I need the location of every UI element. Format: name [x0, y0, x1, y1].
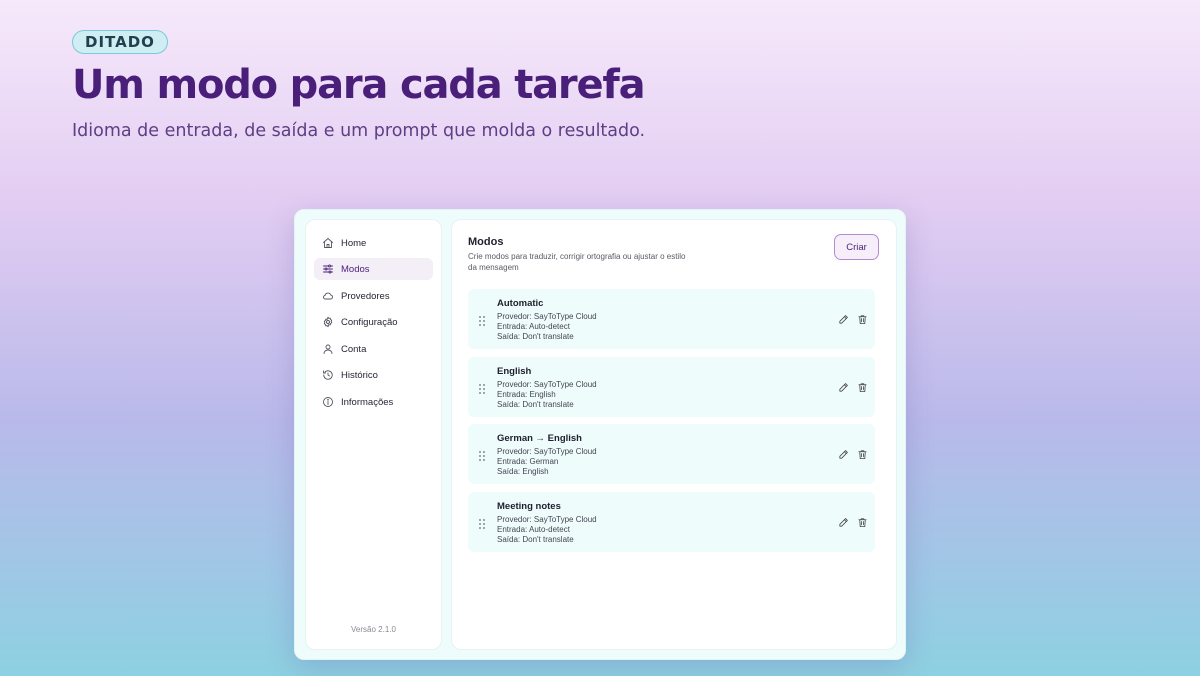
gear-icon [322, 316, 334, 328]
sidebar-item-label: Histórico [341, 369, 378, 381]
edit-pencil-icon[interactable] [837, 448, 849, 460]
mode-name: Automatic [497, 298, 544, 309]
hero-badge: DITADO [72, 30, 168, 54]
mode-provider: Provedor: SayToType Cloud [497, 515, 597, 524]
drag-handle-icon[interactable] [478, 517, 486, 529]
mode-input: Entrada: English [497, 390, 556, 399]
user-icon [322, 343, 334, 355]
mode-name: German → English [497, 433, 582, 444]
sidebar-item-home[interactable]: Home [314, 232, 433, 254]
main-panel: Modos Crie modos para traduzir, corrigir… [452, 220, 896, 649]
info-icon [322, 396, 334, 408]
sidebar-item-informacoes[interactable]: Informações [314, 391, 433, 413]
sidebar-item-configuracao[interactable]: Configuração [314, 311, 433, 333]
mode-name: English [497, 366, 532, 377]
app-window: Home Modos Provedores Configuração Conta [294, 209, 906, 660]
hero-subtitle: Idioma de entrada, de saída e um prompt … [72, 121, 646, 141]
sidebar-item-label: Configuração [341, 316, 398, 328]
mode-input: Entrada: Auto-detect [497, 525, 570, 534]
mode-name: Meeting notes [497, 501, 561, 512]
mode-input: Entrada: German [497, 457, 559, 466]
mode-card[interactable]: German → English Provedor: SayToType Clo… [468, 424, 875, 484]
edit-pencil-icon[interactable] [837, 381, 849, 393]
page-title: Modos [468, 236, 504, 248]
sidebar-item-conta[interactable]: Conta [314, 338, 433, 360]
hero-title: Um modo para cada tarefa [72, 62, 646, 108]
mode-provider: Provedor: SayToType Cloud [497, 447, 597, 456]
sliders-icon [322, 263, 334, 275]
version-label: Versão 2.1.0 [351, 625, 396, 634]
mode-card[interactable]: English Provedor: SayToType Cloud Entrad… [468, 357, 875, 417]
sidebar-item-label: Conta [341, 343, 367, 355]
mode-card[interactable]: Automatic Provedor: SayToType Cloud Entr… [468, 289, 875, 349]
mode-output: Saída: Don't translate [497, 400, 574, 409]
sidebar-item-label: Informações [341, 396, 394, 408]
mode-output: Saída: English [497, 467, 549, 476]
drag-handle-icon[interactable] [478, 449, 486, 461]
sidebar-item-label: Modos [341, 263, 370, 275]
cloud-icon [322, 290, 334, 302]
mode-provider: Provedor: SayToType Cloud [497, 312, 597, 321]
drag-handle-icon[interactable] [478, 382, 486, 394]
drag-handle-icon[interactable] [478, 314, 486, 326]
edit-pencil-icon[interactable] [837, 516, 849, 528]
mode-output: Saída: Don't translate [497, 332, 574, 341]
page-description: Crie modos para traduzir, corrigir ortog… [468, 252, 686, 272]
mode-output: Saída: Don't translate [497, 535, 574, 544]
delete-trash-icon[interactable] [856, 448, 868, 460]
sidebar-item-provedores[interactable]: Provedores [314, 285, 433, 307]
mode-provider: Provedor: SayToType Cloud [497, 380, 597, 389]
history-icon [322, 369, 334, 381]
mode-input: Entrada: Auto-detect [497, 322, 570, 331]
sidebar-item-label: Home [341, 237, 367, 249]
create-mode-button[interactable]: Criar [834, 234, 879, 260]
edit-pencil-icon[interactable] [837, 313, 849, 325]
sidebar-item-label: Provedores [341, 290, 390, 302]
delete-trash-icon[interactable] [856, 313, 868, 325]
sidebar-item-historico[interactable]: Histórico [314, 364, 433, 386]
home-icon [322, 237, 334, 249]
sidebar: Home Modos Provedores Configuração Conta [306, 220, 441, 649]
mode-card[interactable]: Meeting notes Provedor: SayToType Cloud … [468, 492, 875, 552]
sidebar-item-modos[interactable]: Modos [314, 258, 433, 280]
delete-trash-icon[interactable] [856, 516, 868, 528]
delete-trash-icon[interactable] [856, 381, 868, 393]
